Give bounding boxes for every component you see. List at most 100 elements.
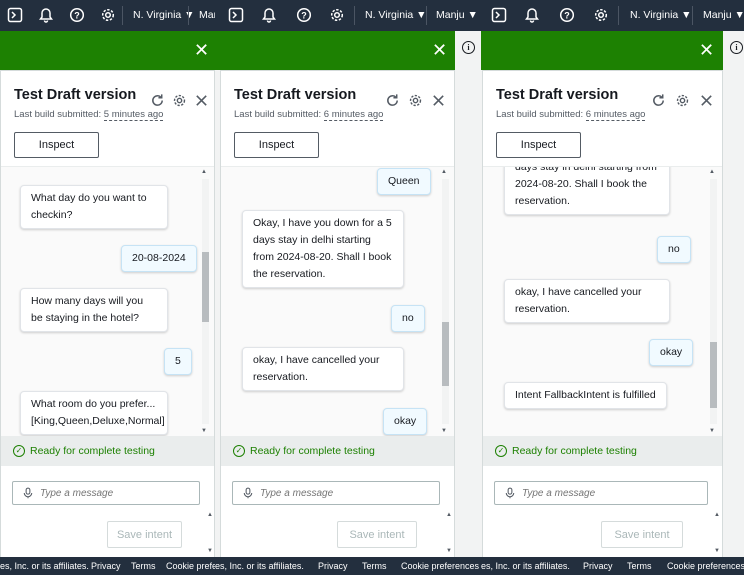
scroll-up-arrow[interactable]: ▲	[709, 169, 715, 175]
last-build-time: 5 minutes ago	[103, 109, 164, 121]
message-input-box[interactable]	[232, 481, 440, 505]
scroll-track	[442, 179, 449, 424]
bell-icon[interactable]	[38, 7, 54, 23]
user-message: no	[391, 305, 425, 332]
last-build-time: 6 minutes ago	[585, 109, 646, 121]
page-scrollbar[interactable]: ▲ ▼	[714, 512, 722, 554]
message-input[interactable]	[40, 487, 190, 499]
scroll-down-arrow[interactable]: ▼	[714, 548, 720, 554]
panel-title: Test Draft version	[234, 87, 357, 103]
screenshot-pane-2: ? N. Virginia ▼ Manju ▼ ✕ i Test Draft v…	[215, 0, 481, 575]
footer-terms-link[interactable]: Terms	[627, 561, 652, 571]
message-input[interactable]	[522, 487, 672, 499]
inspect-button[interactable]: Inspect	[496, 132, 581, 158]
region-selector[interactable]: N. Virginia ▼	[133, 9, 195, 21]
footer-privacy-link[interactable]: Privacy	[318, 561, 348, 571]
footer-terms-link[interactable]: Terms	[362, 561, 387, 571]
top-navigation-bar: ? N. Virginia ▼ Manj	[0, 0, 215, 31]
footer-cookie-link[interactable]: Cookie preferences	[401, 561, 479, 571]
chat-transcript[interactable]: days stay in delhi starting from 2024-08…	[483, 166, 722, 436]
last-build-label: Last build submitted:	[234, 109, 322, 120]
cloudshell-icon[interactable]	[7, 7, 23, 23]
account-menu[interactable]: Manj	[199, 9, 215, 21]
message-input-box[interactable]	[494, 481, 708, 505]
microphone-icon[interactable]	[504, 487, 516, 499]
settings-gear-icon[interactable]	[100, 7, 116, 23]
bot-message: Okay, I have you down for a 5 days stay …	[242, 210, 404, 288]
save-intent-button[interactable]: Save intent	[337, 521, 417, 548]
footer: es, Inc. or its affiliates. Privacy Term…	[215, 557, 481, 575]
region-selector[interactable]: N. Virginia ▼	[365, 9, 427, 21]
close-icon[interactable]	[698, 92, 714, 108]
svg-text:?: ?	[74, 11, 80, 21]
page-scrollbar[interactable]: ▲ ▼	[446, 512, 454, 554]
bell-icon[interactable]	[524, 7, 540, 23]
page-scrollbar[interactable]: ▲ ▼	[207, 512, 215, 554]
chat-transcript[interactable]: Queen Okay, I have you down for a 5 days…	[221, 166, 454, 436]
account-menu[interactable]: Manju ▼	[436, 9, 478, 21]
message-input[interactable]	[260, 487, 410, 499]
nav-divider	[354, 6, 355, 25]
scroll-down-arrow[interactable]: ▼	[446, 548, 452, 554]
info-icon[interactable]: i	[730, 41, 743, 54]
save-intent-button[interactable]: Save intent	[601, 521, 683, 548]
bot-message: okay, I have cancelled your reservation.	[504, 279, 670, 323]
bot-message: Intent FallbackIntent is fulfilled	[504, 382, 667, 409]
footer-terms-link[interactable]: Terms	[131, 561, 156, 571]
scroll-up-arrow[interactable]: ▲	[201, 169, 207, 175]
account-menu[interactable]: Manju ▼	[703, 9, 744, 21]
scroll-thumb[interactable]	[710, 342, 717, 408]
close-icon[interactable]	[193, 92, 209, 108]
scroll-down-arrow[interactable]: ▼	[709, 428, 715, 434]
help-icon[interactable]: ?	[559, 7, 575, 23]
bell-icon[interactable]	[261, 7, 277, 23]
refresh-icon[interactable]	[149, 92, 165, 108]
scroll-up-arrow[interactable]: ▲	[714, 512, 720, 518]
help-icon[interactable]: ?	[69, 7, 85, 23]
nav-divider	[426, 6, 427, 25]
microphone-icon[interactable]	[22, 487, 34, 499]
message-input-box[interactable]	[12, 481, 200, 505]
footer-cookie-link[interactable]: Cookie preferences	[667, 561, 744, 571]
chat-transcript[interactable]: What day do you want to checkin? 20-08-2…	[1, 166, 214, 436]
scroll-thumb[interactable]	[202, 252, 209, 322]
close-banner-icon[interactable]: ✕	[194, 40, 209, 60]
region-selector[interactable]: N. Virginia ▼	[630, 9, 692, 21]
cloudshell-icon[interactable]	[228, 7, 244, 23]
info-icon[interactable]: i	[462, 41, 475, 54]
inspect-button[interactable]: Inspect	[234, 132, 319, 158]
settings-gear-icon[interactable]	[593, 7, 609, 23]
panel-title: Test Draft version	[14, 87, 137, 103]
scroll-up-arrow[interactable]: ▲	[441, 169, 447, 175]
settings-gear-icon[interactable]	[674, 92, 690, 108]
scroll-up-arrow[interactable]: ▲	[446, 512, 452, 518]
scroll-down-arrow[interactable]: ▼	[207, 548, 213, 554]
footer-privacy-link[interactable]: Privacy	[583, 561, 613, 571]
settings-gear-icon[interactable]	[407, 92, 423, 108]
inspect-button[interactable]: Inspect	[14, 132, 99, 158]
save-intent-button[interactable]: Save intent	[107, 521, 182, 548]
chat-scrollbar[interactable]: ▲ ▼	[440, 167, 450, 436]
close-banner-icon[interactable]: ✕	[699, 40, 714, 60]
footer-cookie-link[interactable]: Cookie prefere	[166, 561, 215, 571]
last-build-label: Last build submitted:	[496, 109, 584, 120]
chat-scrollbar[interactable]: ▲ ▼	[708, 167, 718, 436]
user-message: 5	[164, 348, 192, 375]
close-banner-icon[interactable]: ✕	[432, 40, 447, 60]
cloudshell-icon[interactable]	[491, 7, 507, 23]
scroll-thumb[interactable]	[442, 322, 449, 386]
microphone-icon[interactable]	[242, 487, 254, 499]
scroll-down-arrow[interactable]: ▼	[441, 428, 447, 434]
scroll-down-arrow[interactable]: ▼	[201, 428, 207, 434]
scroll-up-arrow[interactable]: ▲	[207, 512, 213, 518]
refresh-icon[interactable]	[650, 92, 666, 108]
settings-gear-icon[interactable]	[329, 7, 345, 23]
refresh-icon[interactable]	[384, 92, 400, 108]
last-build-info: Last build submitted: 6 minutes ago	[496, 109, 646, 121]
footer-privacy-link[interactable]: Privacy	[91, 561, 121, 571]
help-icon[interactable]: ?	[296, 7, 312, 23]
chat-scrollbar[interactable]: ▲ ▼	[200, 167, 210, 436]
nav-divider	[692, 6, 693, 25]
close-icon[interactable]	[430, 92, 446, 108]
settings-gear-icon[interactable]	[171, 92, 187, 108]
